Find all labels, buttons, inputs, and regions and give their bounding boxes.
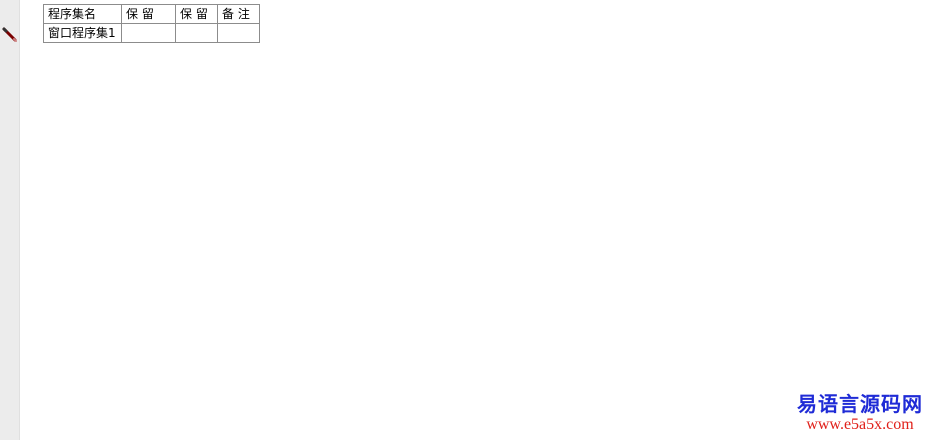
code-editor[interactable]: 程序集名 保 留 保 留 备 注 窗口程序集1 [20, 0, 947, 440]
header-reserved-2[interactable]: 保 留 [175, 4, 218, 24]
assembly-declaration-table: 程序集名 保 留 保 留 备 注 窗口程序集1 [43, 4, 260, 43]
header-remark[interactable]: 备 注 [217, 4, 260, 24]
header-reserved-1[interactable]: 保 留 [121, 4, 176, 24]
watermark-title: 易语言源码网 [797, 392, 923, 416]
cell-reserved-2[interactable] [175, 23, 218, 43]
left-gutter [0, 0, 20, 440]
table-row: 窗口程序集1 [43, 23, 260, 43]
cell-remark[interactable] [217, 23, 260, 43]
site-watermark: 易语言源码网 www.e5a5x.com [797, 392, 923, 434]
watermark-url: www.e5a5x.com [806, 416, 914, 433]
cell-reserved-1[interactable] [121, 23, 176, 43]
pencil-icon [1, 26, 19, 44]
cell-assembly-name[interactable]: 窗口程序集1 [43, 23, 122, 43]
header-assembly-name[interactable]: 程序集名 [43, 4, 122, 24]
table-header-row: 程序集名 保 留 保 留 备 注 [43, 4, 260, 24]
